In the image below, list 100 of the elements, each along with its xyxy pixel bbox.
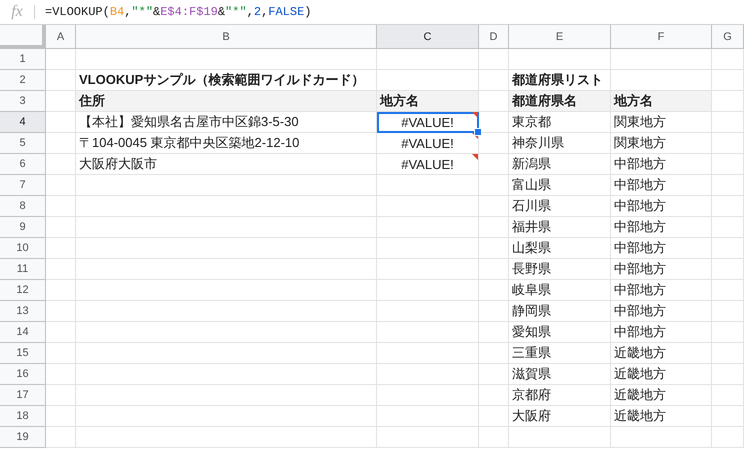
table-cell[interactable]: 山梨県 bbox=[509, 238, 611, 259]
table-cell[interactable]: 近畿地方 bbox=[611, 406, 712, 427]
column-heading-cell[interactable]: 地方名 bbox=[611, 91, 712, 112]
empty-cell[interactable] bbox=[479, 301, 509, 322]
table-cell[interactable]: 〒104-0045 東京都中央区築地2-12-10 bbox=[76, 133, 377, 154]
empty-cell[interactable] bbox=[712, 133, 744, 154]
row-header[interactable]: 6 bbox=[0, 154, 46, 175]
column-header[interactable]: A bbox=[46, 25, 76, 49]
column-header[interactable]: F bbox=[611, 25, 712, 49]
table-cell[interactable]: 東京都 bbox=[509, 112, 611, 133]
table-cell[interactable]: 長野県 bbox=[509, 259, 611, 280]
table-cell[interactable]: 関東地方 bbox=[611, 133, 712, 154]
empty-cell[interactable] bbox=[479, 364, 509, 385]
table-cell[interactable]: 富山県 bbox=[509, 175, 611, 196]
empty-cell[interactable] bbox=[76, 238, 377, 259]
empty-cell[interactable] bbox=[377, 49, 479, 70]
table-cell[interactable]: 近畿地方 bbox=[611, 364, 712, 385]
empty-cell[interactable] bbox=[479, 427, 509, 448]
empty-cell[interactable] bbox=[377, 301, 479, 322]
column-header[interactable]: D bbox=[479, 25, 509, 49]
empty-cell[interactable] bbox=[712, 112, 744, 133]
row-header[interactable]: 11 bbox=[0, 259, 46, 280]
error-cell[interactable]: #VALUE! bbox=[377, 154, 479, 175]
column-header[interactable]: C bbox=[377, 25, 479, 49]
empty-cell[interactable] bbox=[76, 406, 377, 427]
fill-handle[interactable] bbox=[474, 128, 482, 136]
empty-cell[interactable] bbox=[509, 49, 611, 70]
empty-cell[interactable] bbox=[509, 427, 611, 448]
table-cell[interactable]: 新潟県 bbox=[509, 154, 611, 175]
empty-cell[interactable] bbox=[377, 280, 479, 301]
empty-cell[interactable] bbox=[76, 385, 377, 406]
table-cell[interactable]: 岐阜県 bbox=[509, 280, 611, 301]
empty-cell[interactable] bbox=[479, 196, 509, 217]
row-header[interactable]: 3 bbox=[0, 91, 46, 112]
row-header[interactable]: 12 bbox=[0, 280, 46, 301]
empty-cell[interactable] bbox=[377, 175, 479, 196]
table-cell[interactable]: 京都府 bbox=[509, 385, 611, 406]
empty-cell[interactable] bbox=[76, 427, 377, 448]
table-cell[interactable]: 関東地方 bbox=[611, 112, 712, 133]
table-cell[interactable]: 中部地方 bbox=[611, 217, 712, 238]
column-header[interactable]: B bbox=[76, 25, 377, 49]
row-header[interactable]: 16 bbox=[0, 364, 46, 385]
empty-cell[interactable] bbox=[712, 427, 744, 448]
table-cell[interactable]: 神奈川県 bbox=[509, 133, 611, 154]
empty-cell[interactable] bbox=[76, 280, 377, 301]
empty-cell[interactable] bbox=[712, 70, 744, 91]
row-header[interactable]: 4 bbox=[0, 112, 46, 133]
table-cell[interactable]: 大阪府大阪市 bbox=[76, 154, 377, 175]
empty-cell[interactable] bbox=[479, 385, 509, 406]
empty-cell[interactable] bbox=[377, 196, 479, 217]
empty-cell[interactable] bbox=[76, 217, 377, 238]
empty-cell[interactable] bbox=[377, 343, 479, 364]
empty-cell[interactable] bbox=[712, 259, 744, 280]
empty-cell[interactable] bbox=[712, 406, 744, 427]
empty-cell[interactable] bbox=[76, 259, 377, 280]
column-heading-cell[interactable]: 都道府県名 bbox=[509, 91, 611, 112]
empty-cell[interactable] bbox=[712, 385, 744, 406]
column-header[interactable]: E bbox=[509, 25, 611, 49]
empty-cell[interactable] bbox=[479, 259, 509, 280]
empty-cell[interactable] bbox=[712, 175, 744, 196]
column-heading-cell[interactable]: 地方名 bbox=[377, 91, 479, 112]
empty-cell[interactable] bbox=[76, 343, 377, 364]
row-header[interactable]: 9 bbox=[0, 217, 46, 238]
row-header[interactable]: 19 bbox=[0, 427, 46, 448]
empty-cell[interactable] bbox=[712, 280, 744, 301]
empty-cell[interactable] bbox=[712, 196, 744, 217]
select-all-corner[interactable] bbox=[0, 25, 46, 49]
empty-cell[interactable] bbox=[479, 322, 509, 343]
row-header[interactable]: 17 bbox=[0, 385, 46, 406]
empty-cell[interactable] bbox=[377, 406, 479, 427]
table-cell[interactable]: 愛知県 bbox=[509, 322, 611, 343]
table-cell[interactable]: 近畿地方 bbox=[611, 385, 712, 406]
row-header[interactable]: 10 bbox=[0, 238, 46, 259]
empty-cell[interactable] bbox=[712, 301, 744, 322]
table-cell[interactable]: 滋賀県 bbox=[509, 364, 611, 385]
empty-cell[interactable] bbox=[479, 133, 509, 154]
empty-cell[interactable] bbox=[712, 343, 744, 364]
empty-cell[interactable] bbox=[479, 280, 509, 301]
row-header[interactable]: 2 bbox=[0, 70, 46, 91]
row-header[interactable]: 15 bbox=[0, 343, 46, 364]
table-cell[interactable]: 中部地方 bbox=[611, 154, 712, 175]
row-header[interactable]: 13 bbox=[0, 301, 46, 322]
row-header[interactable]: 8 bbox=[0, 196, 46, 217]
empty-cell[interactable] bbox=[611, 49, 712, 70]
table-cell[interactable]: 福井県 bbox=[509, 217, 611, 238]
empty-cell[interactable] bbox=[377, 385, 479, 406]
table-cell[interactable]: 中部地方 bbox=[611, 322, 712, 343]
column-header[interactable]: G bbox=[712, 25, 744, 49]
empty-cell[interactable] bbox=[712, 364, 744, 385]
table-cell[interactable]: 中部地方 bbox=[611, 259, 712, 280]
table-cell[interactable]: 静岡県 bbox=[509, 301, 611, 322]
row-header[interactable]: 5 bbox=[0, 133, 46, 154]
table-cell[interactable]: 石川県 bbox=[509, 196, 611, 217]
formula-text[interactable]: =VLOOKUP(B4,"*"&E$4:F$19&"*",2,FALSE) bbox=[45, 5, 312, 19]
row-header[interactable]: 1 bbox=[0, 49, 46, 70]
empty-cell[interactable] bbox=[479, 154, 509, 175]
empty-cell[interactable] bbox=[479, 217, 509, 238]
table-cell[interactable]: 中部地方 bbox=[611, 238, 712, 259]
empty-cell[interactable] bbox=[377, 427, 479, 448]
table-cell[interactable]: 三重県 bbox=[509, 343, 611, 364]
